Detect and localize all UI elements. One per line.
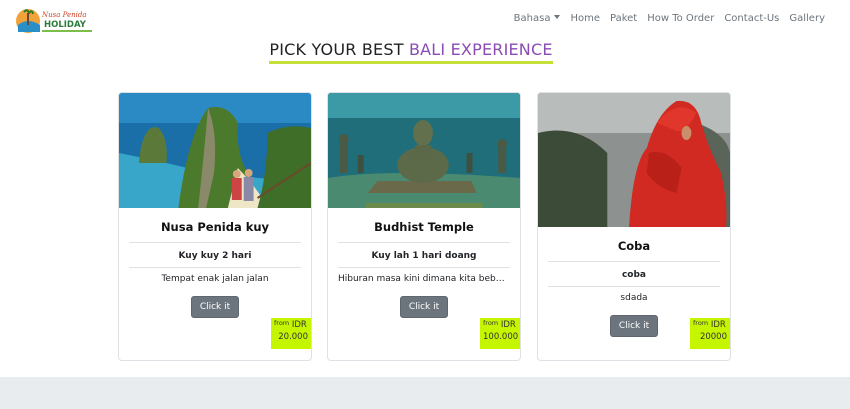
price-amount: 20.000 xyxy=(278,332,308,343)
price-from: from xyxy=(274,319,290,327)
section-heading: PICK YOUR BEST BALI EXPERIENCE xyxy=(0,40,822,64)
package-card-coba: Coba coba sdada Click it from IDR 20000 xyxy=(537,92,731,361)
package-card-nusa-penida: Nusa Penida kuy Kuy kuy 2 hari Tempat en… xyxy=(118,92,312,361)
nav-how-to-order[interactable]: How To Order xyxy=(642,13,719,24)
logo-text-top: Nusa Penida xyxy=(41,11,87,19)
nav-bahasa-label: Bahasa xyxy=(513,13,551,24)
nav-home[interactable]: Home xyxy=(565,13,605,24)
card-description: Tempat enak jalan jalan xyxy=(161,274,269,284)
logo-text-main: HOLIDAY xyxy=(44,20,87,30)
card-description: Hiburan masa kini dimana kita bebas bere… xyxy=(338,274,520,284)
price-from: from xyxy=(483,319,499,327)
price-tag: from IDR 100.000 xyxy=(480,318,520,349)
card-divider xyxy=(129,242,301,243)
package-card-budhist-temple: Budhist Temple Kuy lah 1 hari doang Hibu… xyxy=(327,92,521,361)
caret-down-icon xyxy=(554,15,561,19)
price-currency: IDR xyxy=(291,320,307,330)
heading-prefix: PICK YOUR BEST xyxy=(269,40,404,59)
footer-band xyxy=(0,377,850,409)
card-divider xyxy=(129,267,301,268)
heading-accent: BALI EXPERIENCE xyxy=(408,40,553,59)
price-amount: 100.000 xyxy=(483,332,519,343)
card-subtitle: Kuy lah 1 hari doang xyxy=(371,251,477,261)
card-divider xyxy=(548,261,720,262)
red-jacket-person-image xyxy=(538,93,730,227)
nav-contact-us[interactable]: Contact-Us xyxy=(719,13,784,24)
cliff-beach-image xyxy=(119,93,311,208)
price-tag: from IDR 20000 xyxy=(690,318,730,349)
navbar: Nusa Penida HOLIDAY Bahasa Home Paket Ho… xyxy=(0,0,850,42)
price-currency: IDR xyxy=(710,320,726,330)
page-title: PICK YOUR BEST BALI EXPERIENCE xyxy=(269,40,553,64)
card-title: Coba xyxy=(617,239,651,253)
nav-bahasa-dropdown[interactable]: Bahasa xyxy=(509,13,566,24)
card-subtitle: coba xyxy=(621,270,647,280)
card-divider xyxy=(548,286,720,287)
click-it-button[interactable]: Click it xyxy=(399,296,449,318)
card-body: Budhist Temple Kuy lah 1 hari doang Hibu… xyxy=(328,208,520,318)
card-description: sdada xyxy=(620,293,648,303)
card-subtitle: Kuy kuy 2 hari xyxy=(178,251,252,261)
nav-gallery[interactable]: Gallery xyxy=(784,13,830,24)
click-it-button[interactable]: Click it xyxy=(609,315,659,337)
price-tag: from IDR 20.000 xyxy=(271,318,311,349)
price-currency: IDR xyxy=(500,320,516,330)
price-amount: 20000 xyxy=(699,332,727,343)
site-logo[interactable]: Nusa Penida HOLIDAY xyxy=(14,6,96,36)
price-from: from xyxy=(693,319,709,327)
underwater-temple-image xyxy=(328,93,520,208)
card-divider xyxy=(338,242,510,243)
main-nav: Bahasa Home Paket How To Order Contact-U… xyxy=(509,13,830,24)
card-title: Budhist Temple xyxy=(374,220,474,234)
card-title: Nusa Penida kuy xyxy=(160,220,270,234)
click-it-button[interactable]: Click it xyxy=(190,296,240,318)
card-body: Nusa Penida kuy Kuy kuy 2 hari Tempat en… xyxy=(119,208,311,318)
card-divider xyxy=(338,267,510,268)
nav-paket[interactable]: Paket xyxy=(605,13,642,24)
